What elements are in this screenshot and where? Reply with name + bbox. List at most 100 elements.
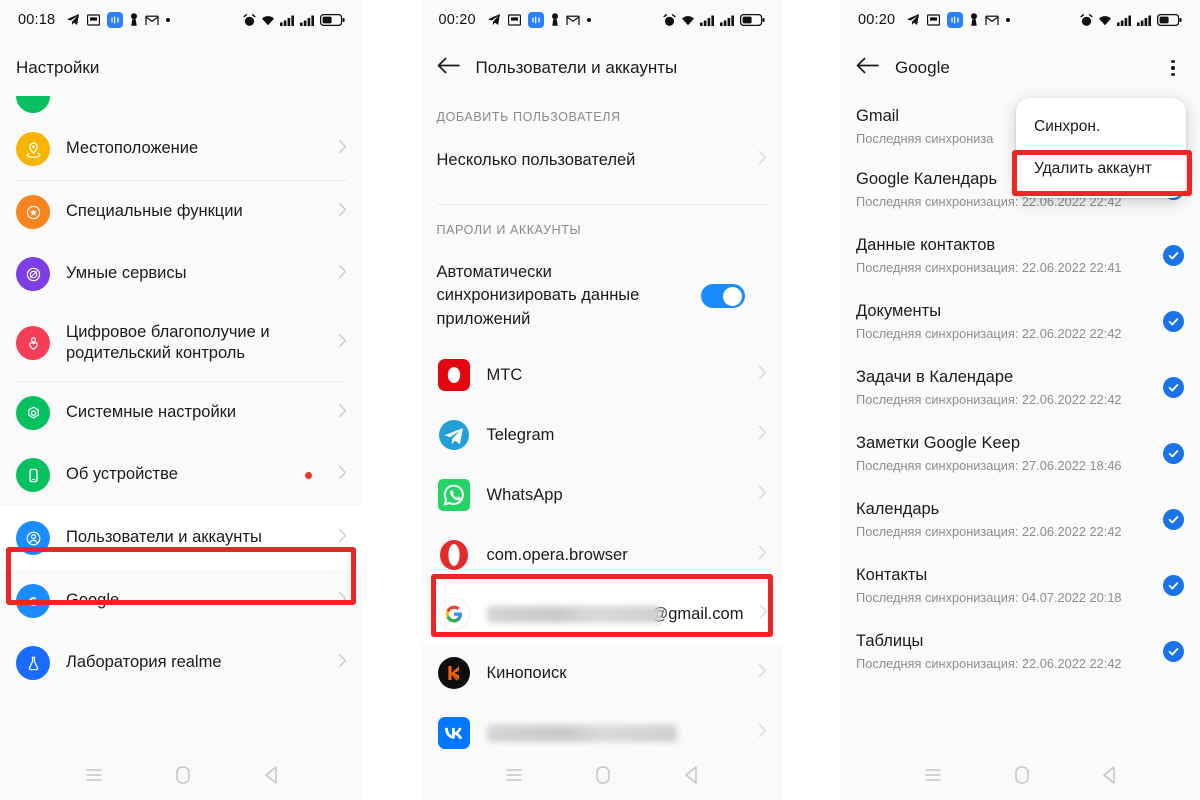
signal-sim2-icon (719, 15, 735, 26)
menu-icon[interactable] (924, 767, 942, 788)
settings-item-realme-lab[interactable]: Лаборатория realme (0, 632, 363, 694)
settings-item-system-settings[interactable]: Системные настройки (0, 382, 363, 444)
settings-item-location[interactable]: Местоположение (0, 118, 363, 180)
check-icon (1163, 376, 1184, 398)
sync-item-contacts[interactable]: Контакты Последняя синхронизация: 04.07.… (840, 552, 1200, 618)
home-icon[interactable] (176, 766, 191, 789)
account-item-opera[interactable]: com.opera.browser (421, 525, 783, 585)
chevron-right-icon (338, 202, 347, 222)
whatsapp-icon (437, 478, 471, 512)
sync-item-calendar-tasks[interactable]: Задачи в Календаре Последняя синхронизац… (840, 354, 1200, 420)
sync-item-sheets[interactable]: Таблицы Последняя синхронизация: 22.06.2… (840, 618, 1200, 684)
users-accounts-app-bar: Пользователи и аккаунты (421, 40, 783, 96)
sync-item-title: Таблицы (856, 632, 924, 651)
status-bar-right-group (662, 13, 765, 27)
section-header-passwords-accounts: ПАРОЛИ И АККАУНТЫ (436, 223, 582, 237)
menu-icon[interactable] (505, 767, 523, 788)
menu-icon[interactable] (85, 767, 103, 788)
back-arrow-icon[interactable] (437, 57, 460, 79)
chevron-right-icon (758, 723, 767, 743)
alarm-icon (243, 13, 256, 27)
sync-item-google-keep[interactable]: Заметки Google Keep Последняя синхрониза… (840, 420, 1200, 486)
settings-item-label: Об устройстве (66, 465, 178, 484)
battery-icon (320, 14, 345, 26)
home-icon[interactable] (596, 766, 611, 789)
settings-item-google[interactable]: Google (0, 570, 363, 632)
account-label (486, 724, 742, 743)
account-label: com.opera.browser (486, 545, 628, 564)
auto-sync-toggle[interactable] (700, 284, 745, 309)
account-item-telegram[interactable]: Telegram (421, 405, 783, 465)
status-bar-panel1: 00:18 (0, 0, 363, 40)
chevron-right-icon (338, 528, 347, 548)
sync-item-contacts-data[interactable]: Данные контактов Последняя синхронизация… (840, 222, 1200, 288)
status-bar-right-group (1080, 13, 1182, 27)
google-g-icon (16, 584, 50, 618)
settings-scroll-body: Местоположение Специальные функции Умные… (0, 96, 363, 694)
account-item-google[interactable]: @gmail.com (420, 585, 783, 644)
sync-item-documents[interactable]: Документы Последняя синхронизация: 22.06… (840, 288, 1200, 354)
telegram-icon (906, 13, 920, 27)
smart-services-icon (16, 257, 50, 291)
keyhole-icon (970, 13, 978, 27)
settings-item-users-and-accounts[interactable]: Пользователи и аккаунты (0, 506, 363, 570)
alarm-icon (662, 13, 676, 27)
chevron-right-icon (758, 425, 767, 445)
nav-bar-panel1 (0, 755, 363, 800)
redacted-email-local-part (486, 605, 662, 623)
check-icon (1163, 640, 1184, 662)
status-clock: 00:18 (18, 12, 56, 28)
keyhole-icon (130, 13, 138, 27)
google-app-bar: Google (840, 40, 1200, 96)
panel-gap-1 (363, 0, 421, 800)
gmail-icon (145, 15, 159, 26)
sync-item-subtitle: Последняя синхронизация: 22.06.2022 22:4… (856, 391, 1122, 407)
overflow-menu-icon[interactable] (1162, 57, 1184, 79)
app-icon (507, 13, 521, 27)
sync-item-title: Календарь (856, 500, 940, 519)
list-item-label: Несколько пользователей (436, 150, 636, 169)
chevron-right-icon (758, 150, 767, 170)
check-icon (1163, 508, 1184, 530)
status-bar-left-group: 00:20 (439, 12, 591, 28)
sync-item-text: Задачи в Календаре Последняя синхронизац… (856, 367, 1153, 407)
home-icon[interactable] (1015, 766, 1029, 789)
menu-item-sync[interactable]: Синхрон. (1016, 106, 1186, 148)
chevron-right-icon (759, 604, 768, 624)
settings-item-label: Местоположение (66, 139, 199, 158)
sync-item-text: Таблицы Последняя синхронизация: 22.06.2… (856, 631, 1153, 671)
settings-item-special-features[interactable]: Специальные функции (0, 181, 363, 243)
chevron-right-icon (338, 465, 347, 485)
signal-sim1-icon (280, 15, 295, 26)
settings-item-label: Google (66, 591, 120, 610)
back-icon[interactable] (264, 766, 278, 789)
update-badge-dot (305, 471, 312, 479)
sync-item-title: Данные контактов (856, 236, 996, 255)
menu-item-remove-account[interactable]: Удалить аккаунт (1016, 148, 1186, 190)
status-bar-left-group: 00:18 (18, 12, 171, 28)
phone-panel-settings: 00:18 Настройки Местоположение Специальн… (0, 0, 363, 800)
page-title: Google (895, 58, 950, 77)
sync-item-calendar[interactable]: Календарь Последняя синхронизация: 22.06… (840, 486, 1200, 552)
back-arrow-icon[interactable] (856, 57, 879, 79)
settings-item-about-device[interactable]: Об устройстве (0, 444, 363, 506)
account-item-whatsapp[interactable]: WhatsApp (421, 465, 783, 525)
clipped-green-icon (16, 96, 50, 113)
telegram-icon (66, 13, 80, 27)
account-item-kinopoisk[interactable]: Кинопоиск (421, 643, 783, 703)
panel-gap-2 (782, 0, 840, 800)
settings-item-digital-wellbeing[interactable]: Цифровое благополучие и родительский кон… (0, 305, 363, 381)
status-clock: 00:20 (858, 12, 896, 28)
chevron-right-icon (338, 403, 347, 423)
list-item-multiple-users[interactable]: Несколько пользователей (421, 134, 783, 186)
check-icon (1163, 310, 1184, 332)
sync-item-subtitle: Последняя синхронизация: 22.06.2022 22:4… (856, 523, 1122, 539)
sync-item-text: Календарь Последняя синхронизация: 22.06… (856, 499, 1153, 539)
settings-item-smart-services[interactable]: Умные сервисы (0, 243, 363, 305)
account-item-mts[interactable]: МТС (421, 345, 783, 405)
back-icon[interactable] (684, 766, 698, 789)
auto-sync-row[interactable]: Автоматически синхронизировать данные пр… (421, 247, 783, 345)
back-icon[interactable] (1102, 766, 1116, 789)
sync-item-subtitle: Последняя синхронизация: 04.07.2022 20:1… (856, 589, 1122, 605)
vk-icon (437, 716, 471, 750)
